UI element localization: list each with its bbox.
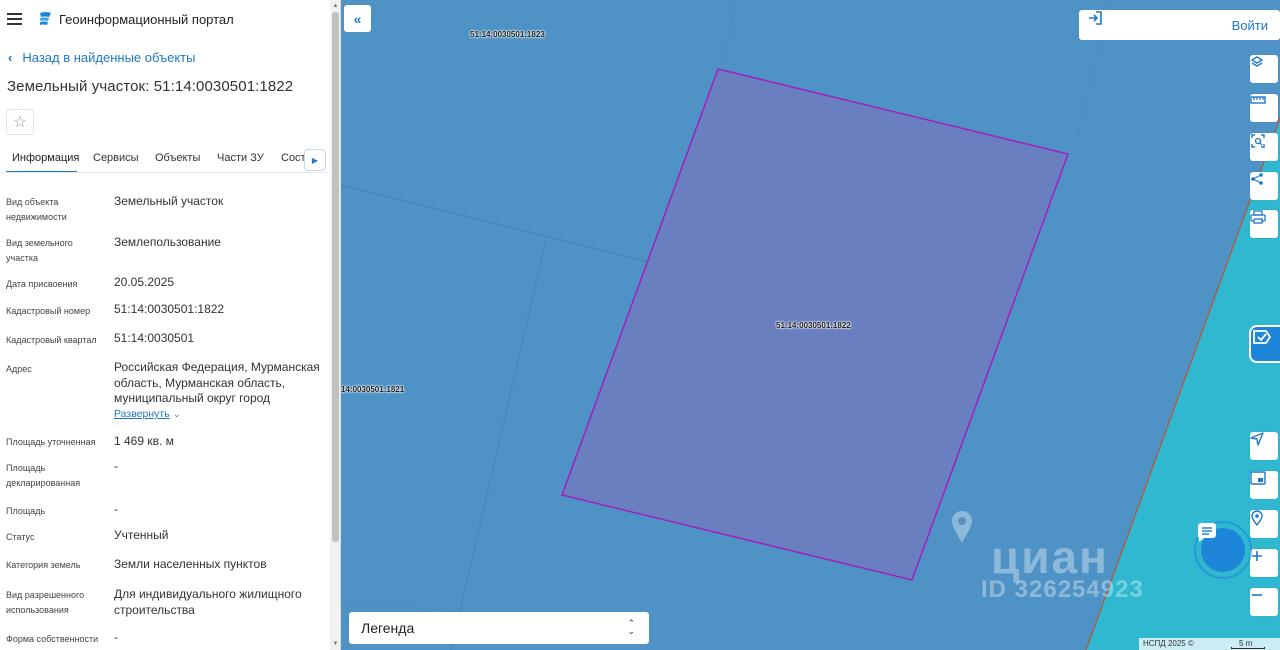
area-select-icon [1251,134,1265,148]
document-check-icon [1253,330,1272,344]
scroll-thumb[interactable] [332,12,339,542]
parcel-label-1823: 51:14:0030501:1823 [470,30,545,39]
expand-address-link[interactable]: Развернуть [114,408,170,420]
prop-value: 1 469 кв. м [114,434,174,448]
prop-value: Для индивидуального жилищного строительс… [114,587,302,617]
prop-label: Адрес [6,364,32,374]
legend-dropdown[interactable]: Легенда ⌃ ⌄ [349,612,649,644]
prop-value: Земельный участок [114,194,224,208]
chat-button[interactable] [1194,521,1252,579]
prop-label: Вид объекта недвижимости [6,197,67,222]
prop-label: Вид разрешенного использования [6,590,85,615]
scroll-up-arrow-icon[interactable]: ▲ [332,2,339,10]
zoom-in-button[interactable] [1250,549,1278,577]
zoom-in-icon [1252,551,1262,561]
prop-value: Земли населенных пунктов [114,557,267,571]
active-tab-indicator [6,171,77,172]
chevron-updown-icon: ⌃ ⌄ [627,618,635,636]
minimap-button[interactable] [1250,471,1278,499]
menu-icon[interactable] [7,13,22,25]
parcel-label-1822: 51:14:0030501:1822 [776,321,851,330]
ruler-icon [1250,96,1266,104]
prop-label: Площадь декларированная [6,463,81,488]
object-title: Земельный участок: 51:14:0030501:1822 [7,78,294,95]
location-icon [1251,510,1263,526]
parcel-boundary [720,0,737,71]
panel-scrollbar[interactable]: ▲ ▼ [330,0,340,650]
collapse-panel-button[interactable]: « [344,5,371,32]
back-to-results-link[interactable]: ‹ Назад в найденные объекты [8,50,195,65]
map-view[interactable]: 51:14:0030501:1823 51:14:0030501:1822 14… [341,0,1280,650]
parcel-boundary [450,239,547,650]
legend-label: Легенда [361,620,415,636]
prop-label: Площадь [6,506,46,516]
chat-bubble [1197,523,1245,572]
layers-icon [1250,56,1264,67]
area-select-button[interactable] [1250,133,1278,161]
login-label: Войти [1231,17,1268,33]
scroll-down-arrow-icon[interactable]: ▼ [332,640,339,648]
scale-bar [1231,647,1265,649]
prop-value: 51:14:0030501:1822 [114,302,225,316]
prop-label: Вид земельного участка [6,238,73,263]
share-button[interactable] [1250,172,1278,200]
tab-information[interactable]: Информация [12,152,79,164]
map-pin-icon [952,511,972,543]
star-icon: ☆ [12,114,28,131]
parcel-boundary [341,599,462,613]
prop-label: Кадастровый квартал [6,335,97,345]
app-title: Геоинформационный портал [59,12,234,27]
info-panel: Геоинформационный портал ‹ Назад в найде… [0,0,341,650]
zoom-out-button[interactable] [1250,588,1278,616]
prop-label: Категория земель [6,560,81,570]
prop-label: Дата присвоения [6,279,78,289]
navigate-button[interactable] [1250,432,1278,460]
prop-value: 20.05.2025 [114,275,175,289]
prop-value: Российская Федерация, Мурманская область… [114,360,320,405]
prop-label: Площадь уточненная [6,437,96,447]
minimap-icon [1250,471,1266,485]
top-bar: Геоинформационный портал [0,0,330,38]
print-button[interactable] [1250,210,1278,238]
ruler-button[interactable] [1250,94,1278,122]
watermark-id: ID 326254923 [981,576,1144,603]
prop-value: Учтенный [114,528,169,542]
share-icon [1251,173,1263,185]
app-root: Геоинформационный портал ‹ Назад в найде… [0,0,1280,650]
prop-label: Статус [6,532,35,542]
chat-icon [1197,523,1216,542]
portal-logo-icon [40,12,51,25]
parcel-boundary [341,184,662,266]
copyright-text: НСПД 2025 © [1143,639,1194,648]
prop-value: Землепользование [114,235,221,249]
prop-label: Форма собственности [6,634,99,644]
tab-bar: Информация Сервисы Объекты Части ЗУ Сост… [0,145,330,173]
login-icon [1089,11,1102,25]
prop-value: - [114,502,118,516]
double-chevron-left-icon: « [353,10,362,27]
chevron-down-icon[interactable]: ⌄ [173,409,181,420]
tab-services[interactable]: Сервисы [93,152,139,164]
print-icon [1250,210,1266,224]
login-button[interactable]: Войти [1079,10,1280,40]
layers-button[interactable] [1250,55,1278,83]
parcel-label-1821: 14:0030501:1821 [341,385,405,394]
favorite-button[interactable]: ☆ [6,109,34,135]
map-attribution: НСПД 2025 © 5 m [1139,638,1280,650]
prop-label: Кадастровый номер [6,306,91,316]
my-location-button[interactable] [1250,510,1278,538]
chevron-left-icon: ‹ [8,50,13,65]
navigate-icon [1250,432,1264,446]
side-panel-toggle[interactable] [1249,325,1280,363]
triangle-right-icon: ▶ [311,155,319,165]
prop-value: - [114,459,118,473]
prop-value: 51:14:0030501 [114,331,195,345]
zoom-out-icon [1252,594,1262,596]
back-link-label: Назад в найденные объекты [22,50,196,65]
tab-parts[interactable]: Части ЗУ [217,152,264,164]
tabs-scroll-right-button[interactable]: ▶ [304,149,326,171]
tab-objects[interactable]: Объекты [155,152,200,164]
prop-value: - [114,630,118,644]
